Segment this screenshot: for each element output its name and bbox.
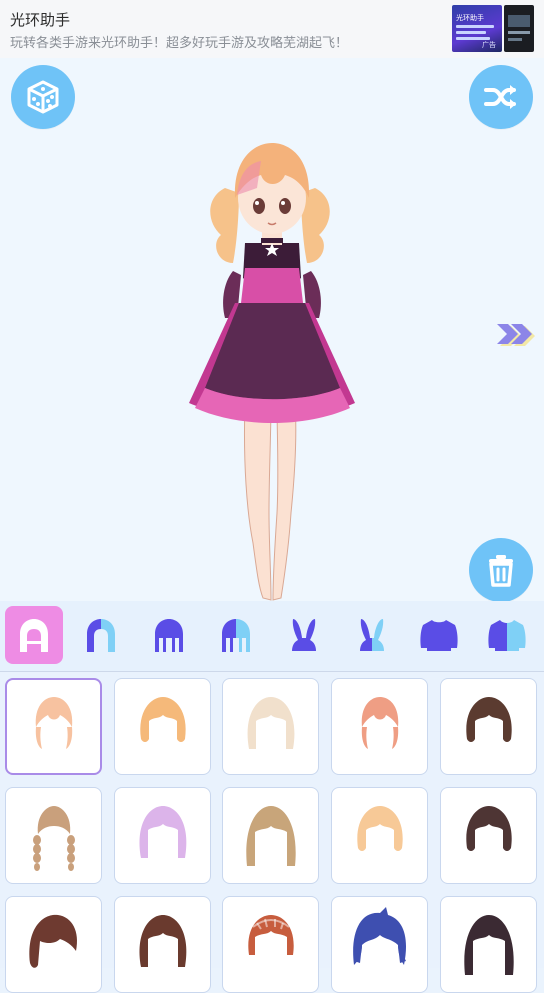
- category-tab-bar: [0, 601, 544, 672]
- ad-thumb-text: 光环助手: [456, 15, 484, 22]
- character-avatar: [189, 143, 355, 601]
- sweater-icon: [420, 620, 458, 651]
- hair-preview-icon: [28, 914, 77, 968]
- dice-icon: [27, 80, 59, 114]
- hair-item-14[interactable]: [331, 896, 428, 993]
- bunny-ears-half-icon: [360, 619, 384, 651]
- hair-preview-icon: [465, 805, 512, 851]
- delete-button[interactable]: [469, 538, 533, 602]
- ad-thumbnail-secondary[interactable]: [504, 5, 534, 52]
- hair-half-icon: [87, 619, 115, 652]
- hair-preview-icon: [247, 914, 294, 955]
- hair-long-icon: [155, 619, 183, 652]
- hair-item-3[interactable]: [222, 678, 319, 775]
- hair-item-4[interactable]: [331, 678, 428, 775]
- trash-icon: [489, 555, 513, 587]
- hair-preview-icon: [361, 696, 398, 749]
- ad-banner[interactable]: 光环助手 玩转各类手游来光环助手！超多好玩手游及攻略芜湖起飞！ 光环助手 广告: [0, 0, 544, 59]
- hair-item-7[interactable]: [114, 787, 211, 884]
- dressup-stage: [0, 58, 544, 602]
- hair-preview-icon: [35, 696, 72, 749]
- hair-item-12[interactable]: [114, 896, 211, 993]
- random-button[interactable]: [11, 65, 75, 129]
- hair-preview-icon: [139, 914, 186, 967]
- bunny-ears-icon: [292, 619, 316, 651]
- ad-thumbnail[interactable]: 光环助手 广告: [452, 5, 502, 52]
- hair-item-8[interactable]: [222, 787, 319, 884]
- tab-hair-long-half[interactable]: [207, 606, 265, 664]
- hair-preview-icon: [356, 805, 403, 851]
- sweater-half-icon: [488, 620, 526, 651]
- hair-item-grid: [0, 672, 544, 993]
- hair-preview-icon: [463, 914, 514, 975]
- shuffle-icon: [484, 85, 516, 109]
- hair-front-icon: [20, 619, 48, 652]
- hair-item-11[interactable]: [5, 896, 102, 993]
- hair-item-2[interactable]: [114, 678, 211, 775]
- hair-preview-icon: [245, 805, 296, 866]
- hair-item-13[interactable]: [222, 896, 319, 993]
- hair-preview-icon: [139, 696, 186, 742]
- hair-item-15[interactable]: [440, 896, 537, 993]
- hair-item-1[interactable]: [5, 678, 102, 775]
- hair-item-5[interactable]: [440, 678, 537, 775]
- hair-preview-icon: [139, 805, 186, 858]
- ad-tag: 广告: [482, 42, 496, 49]
- hair-item-10[interactable]: [440, 787, 537, 884]
- hair-preview-icon: [32, 805, 75, 871]
- tab-bunny-ears[interactable]: [275, 606, 333, 664]
- hair-item-6[interactable]: [5, 787, 102, 884]
- hair-preview-icon: [247, 696, 294, 749]
- hair-preview-icon: [352, 906, 406, 965]
- tab-top[interactable]: [410, 606, 468, 664]
- tab-hair-long[interactable]: [140, 606, 198, 664]
- shuffle-button[interactable]: [469, 65, 533, 129]
- tab-bunny-ears-half[interactable]: [343, 606, 401, 664]
- ad-title: 光环助手: [10, 12, 71, 29]
- double-chevron-right-icon[interactable]: [492, 316, 538, 352]
- ad-description: 玩转各类手游来光环助手！超多好玩手游及攻略芜湖起飞！: [10, 35, 349, 50]
- tab-hair-front[interactable]: [5, 606, 63, 664]
- hair-item-9[interactable]: [331, 787, 428, 884]
- hair-preview-icon: [465, 696, 512, 742]
- tab-top-half[interactable]: [478, 606, 536, 664]
- tab-hair-back[interactable]: [72, 606, 130, 664]
- hair-long-half-icon: [222, 619, 250, 652]
